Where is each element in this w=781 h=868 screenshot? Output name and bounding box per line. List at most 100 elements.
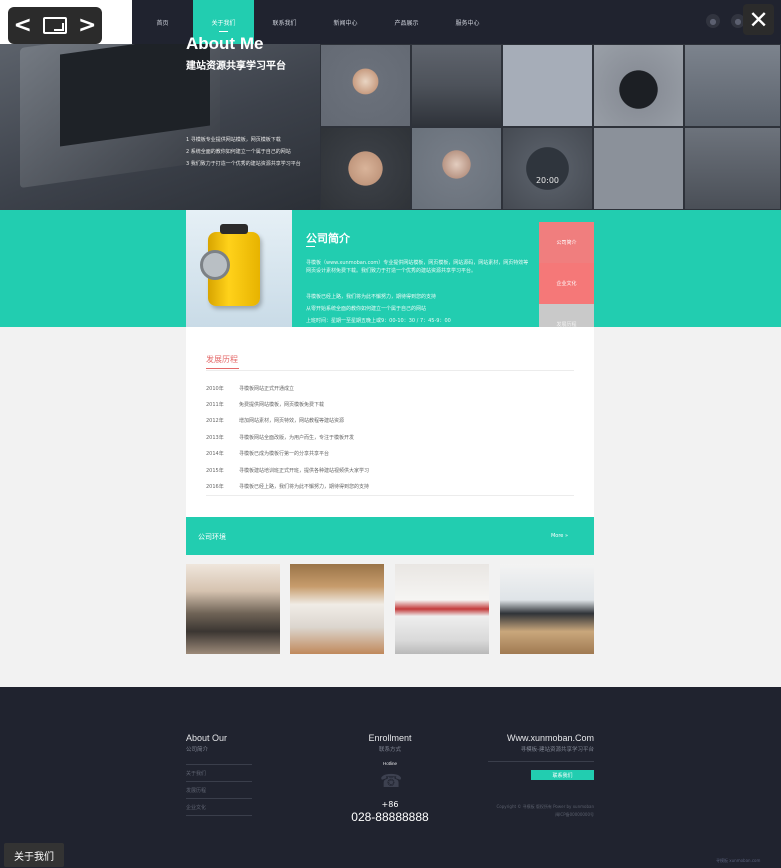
tile-girl-bag (684, 44, 781, 127)
history-list: 2010年 寻模板网站正式开通成立 2011年 免费提供网站模板，网页模板免费下载 … (206, 380, 576, 495)
about-title-underline (306, 246, 315, 247)
footer-contact-column: Enrollment 联系方式 Hotline (340, 733, 440, 766)
history-panel: 发展历程 2010年 寻模板网站正式开通成立 2011年 免费提供网站模板，网页模板… (186, 327, 594, 517)
gear-icon (200, 250, 230, 280)
history-title-underline (206, 368, 239, 369)
history-text: 寻模板已经上路，我们将为此不懈努力，期待得到您的支持 (239, 484, 370, 491)
watermark: 寻模板 xunmoban.com (716, 858, 761, 863)
history-year: 2012年 (206, 418, 224, 425)
page: 首页 关于我们 联系我们 新闻中心 产品展示 服务中心 ● ● < > ✕ 20… (0, 0, 781, 868)
list-item: 2011年 免费提供网站模板，网页模板免费下载 (206, 396, 576, 412)
footer-about-subtitle: 公司简介 (186, 747, 209, 753)
environment-title: 公司环境 (198, 533, 226, 541)
footer-about-title: About Our (186, 733, 228, 743)
tile-mountains (684, 127, 781, 210)
office-photo-lounge[interactable] (290, 564, 384, 654)
footer-divider (186, 764, 252, 765)
office-photo-workspace[interactable] (395, 564, 489, 654)
history-text: 寻模板网站全面改版，为用户而生，专注于模板开发 (239, 434, 355, 441)
tile-landscape (411, 44, 502, 127)
history-title: 发展历程 (206, 355, 238, 364)
about-paragraph-2: 寻模板已经上路，我们将为此不懈努力，期待得到您的支持 (306, 294, 437, 300)
nav-item-products[interactable]: 产品展示 (376, 0, 437, 44)
history-year: 2015年 (206, 467, 224, 474)
battery-image (186, 210, 292, 327)
footer-link-culture[interactable]: 企业文化 (186, 804, 206, 811)
nav-item-home[interactable]: 首页 (132, 0, 193, 44)
office-photo-meeting-room[interactable] (186, 564, 280, 654)
list-item: 2016年 寻模板已经上路，我们将为此不懈努力，期待得到您的支持 (206, 478, 576, 494)
footer-link-about[interactable]: 关于我们 (186, 770, 206, 777)
footer-divider (186, 781, 252, 782)
nav-item-service[interactable]: 服务中心 (437, 0, 498, 44)
tile-cartoon-girl (320, 44, 411, 127)
footer-brand-subtitle: 寻模板-建站资源共享学习平台 (520, 747, 594, 753)
viewer-caption: 关于我们 (4, 843, 64, 867)
footer-contact-title: Enrollment (368, 733, 412, 743)
tile-man-glasses (320, 127, 411, 210)
banner-title: About Me (186, 34, 264, 53)
banner-line-2: 2 系统全面的教你如何建立一个属于自己的网站 (186, 149, 291, 155)
hotline-label: Hotline (382, 761, 397, 766)
office-photo-desks[interactable] (500, 564, 594, 654)
close-icon[interactable]: ✕ (743, 4, 774, 35)
footer-brand-column: Www.xunmoban.Com 寻模板-建站资源共享学习平台 (470, 733, 594, 753)
copyright-text: Copyright © 寻模板 版权所有 Power by xunmoban (496, 804, 594, 809)
list-item: 2015年 寻模板建站培训班正式开班，提供各种建站视频供大家学习 (206, 462, 576, 478)
banner-line-3: 3 我们致力于打造一个优秀的建站资源共享学习平台 (186, 161, 301, 167)
icp-text: 闽ICP备00000000号 (555, 812, 594, 817)
battery-cap (220, 224, 248, 234)
tab-company-profile[interactable]: 公司简介 (539, 222, 594, 263)
history-text: 寻模板建站培训班正式开班，提供各种建站视频供大家学习 (239, 467, 370, 474)
history-year: 2016年 (206, 484, 224, 491)
footer-divider (186, 798, 252, 799)
list-item: 2012年 增加网站素材，网页特效，网站教程等建站资源 (206, 413, 576, 429)
tile-girl-bag-2 (411, 127, 502, 210)
tile-watch: 20:00 (502, 127, 593, 210)
tile-bear (502, 44, 593, 127)
previous-arrow-icon[interactable]: < (14, 14, 32, 37)
environment-header: 公司环境 More » (186, 517, 594, 555)
contact-us-button[interactable]: 联系我们 (531, 770, 594, 780)
footer-about-column: About Our 公司简介 (186, 733, 227, 753)
banner-subtitle: 建站资源共享学习平台 (186, 61, 286, 72)
phone-icon: ☎ (380, 771, 403, 792)
history-year: 2013年 (206, 434, 224, 441)
history-text: 增加网站素材，网页特效，网站教程等建站资源 (239, 418, 345, 425)
banner-tile-grid: 20:00 (320, 44, 781, 210)
tile-island (593, 127, 684, 210)
nav-item-news[interactable]: 新闻中心 (315, 0, 376, 44)
viewer-controls: < > (8, 7, 102, 44)
more-link[interactable]: More » (551, 533, 568, 539)
history-year: 2010年 (206, 385, 224, 392)
footer-divider (186, 815, 252, 816)
hero-banner: 20:00 (0, 44, 781, 210)
qq-icon[interactable]: ● (706, 14, 720, 28)
footer-divider (488, 761, 594, 762)
about-title: 公司简介 (306, 232, 350, 245)
list-item: 2013年 寻模板网站全面改版，为用户而生，专注于模板开发 (206, 429, 576, 445)
history-text: 寻模板网站正式开通成立 (239, 385, 295, 392)
tab-company-culture[interactable]: 企业文化 (539, 263, 594, 304)
history-year: 2011年 (206, 402, 224, 409)
about-paragraph-4: 上班时间：星期一至星期五晚上或9：00-10：30 / 7：45-9：00 (306, 318, 451, 324)
top-navigation-bar: 首页 关于我们 联系我们 新闻中心 产品展示 服务中心 ● ● (0, 0, 781, 44)
history-text: 免费提供网站模板，网页模板免费下载 (239, 402, 325, 409)
phone-country-code: +86 (381, 800, 399, 809)
history-divider (206, 370, 574, 371)
watch-time: 20:00 (535, 176, 560, 185)
history-text: 寻模板已成为模板行第一的分享共享平台 (239, 451, 330, 458)
footer-contact-subtitle: 联系方式 (378, 747, 401, 753)
tile-burger (593, 44, 684, 127)
next-arrow-icon[interactable]: > (78, 14, 96, 37)
list-item: 2014年 寻模板已成为模板行第一的分享共享平台 (206, 446, 576, 462)
banner-line-1: 1 寻模板专业提供网站模板，网页模板下载 (186, 137, 281, 143)
footer-link-history[interactable]: 发展历程 (186, 787, 206, 794)
phone-number: 028-88888888 (351, 810, 429, 824)
footer-brand-title: Www.xunmoban.Com (506, 733, 594, 743)
history-year: 2014年 (206, 451, 224, 458)
about-paragraph-3: 从零开始系统全面的教你如何建立一个属于自己的网站 (306, 306, 427, 312)
list-item: 2010年 寻模板网站正式开通成立 (206, 380, 576, 396)
restore-window-icon[interactable] (42, 17, 67, 34)
history-bottom-divider (206, 495, 574, 496)
